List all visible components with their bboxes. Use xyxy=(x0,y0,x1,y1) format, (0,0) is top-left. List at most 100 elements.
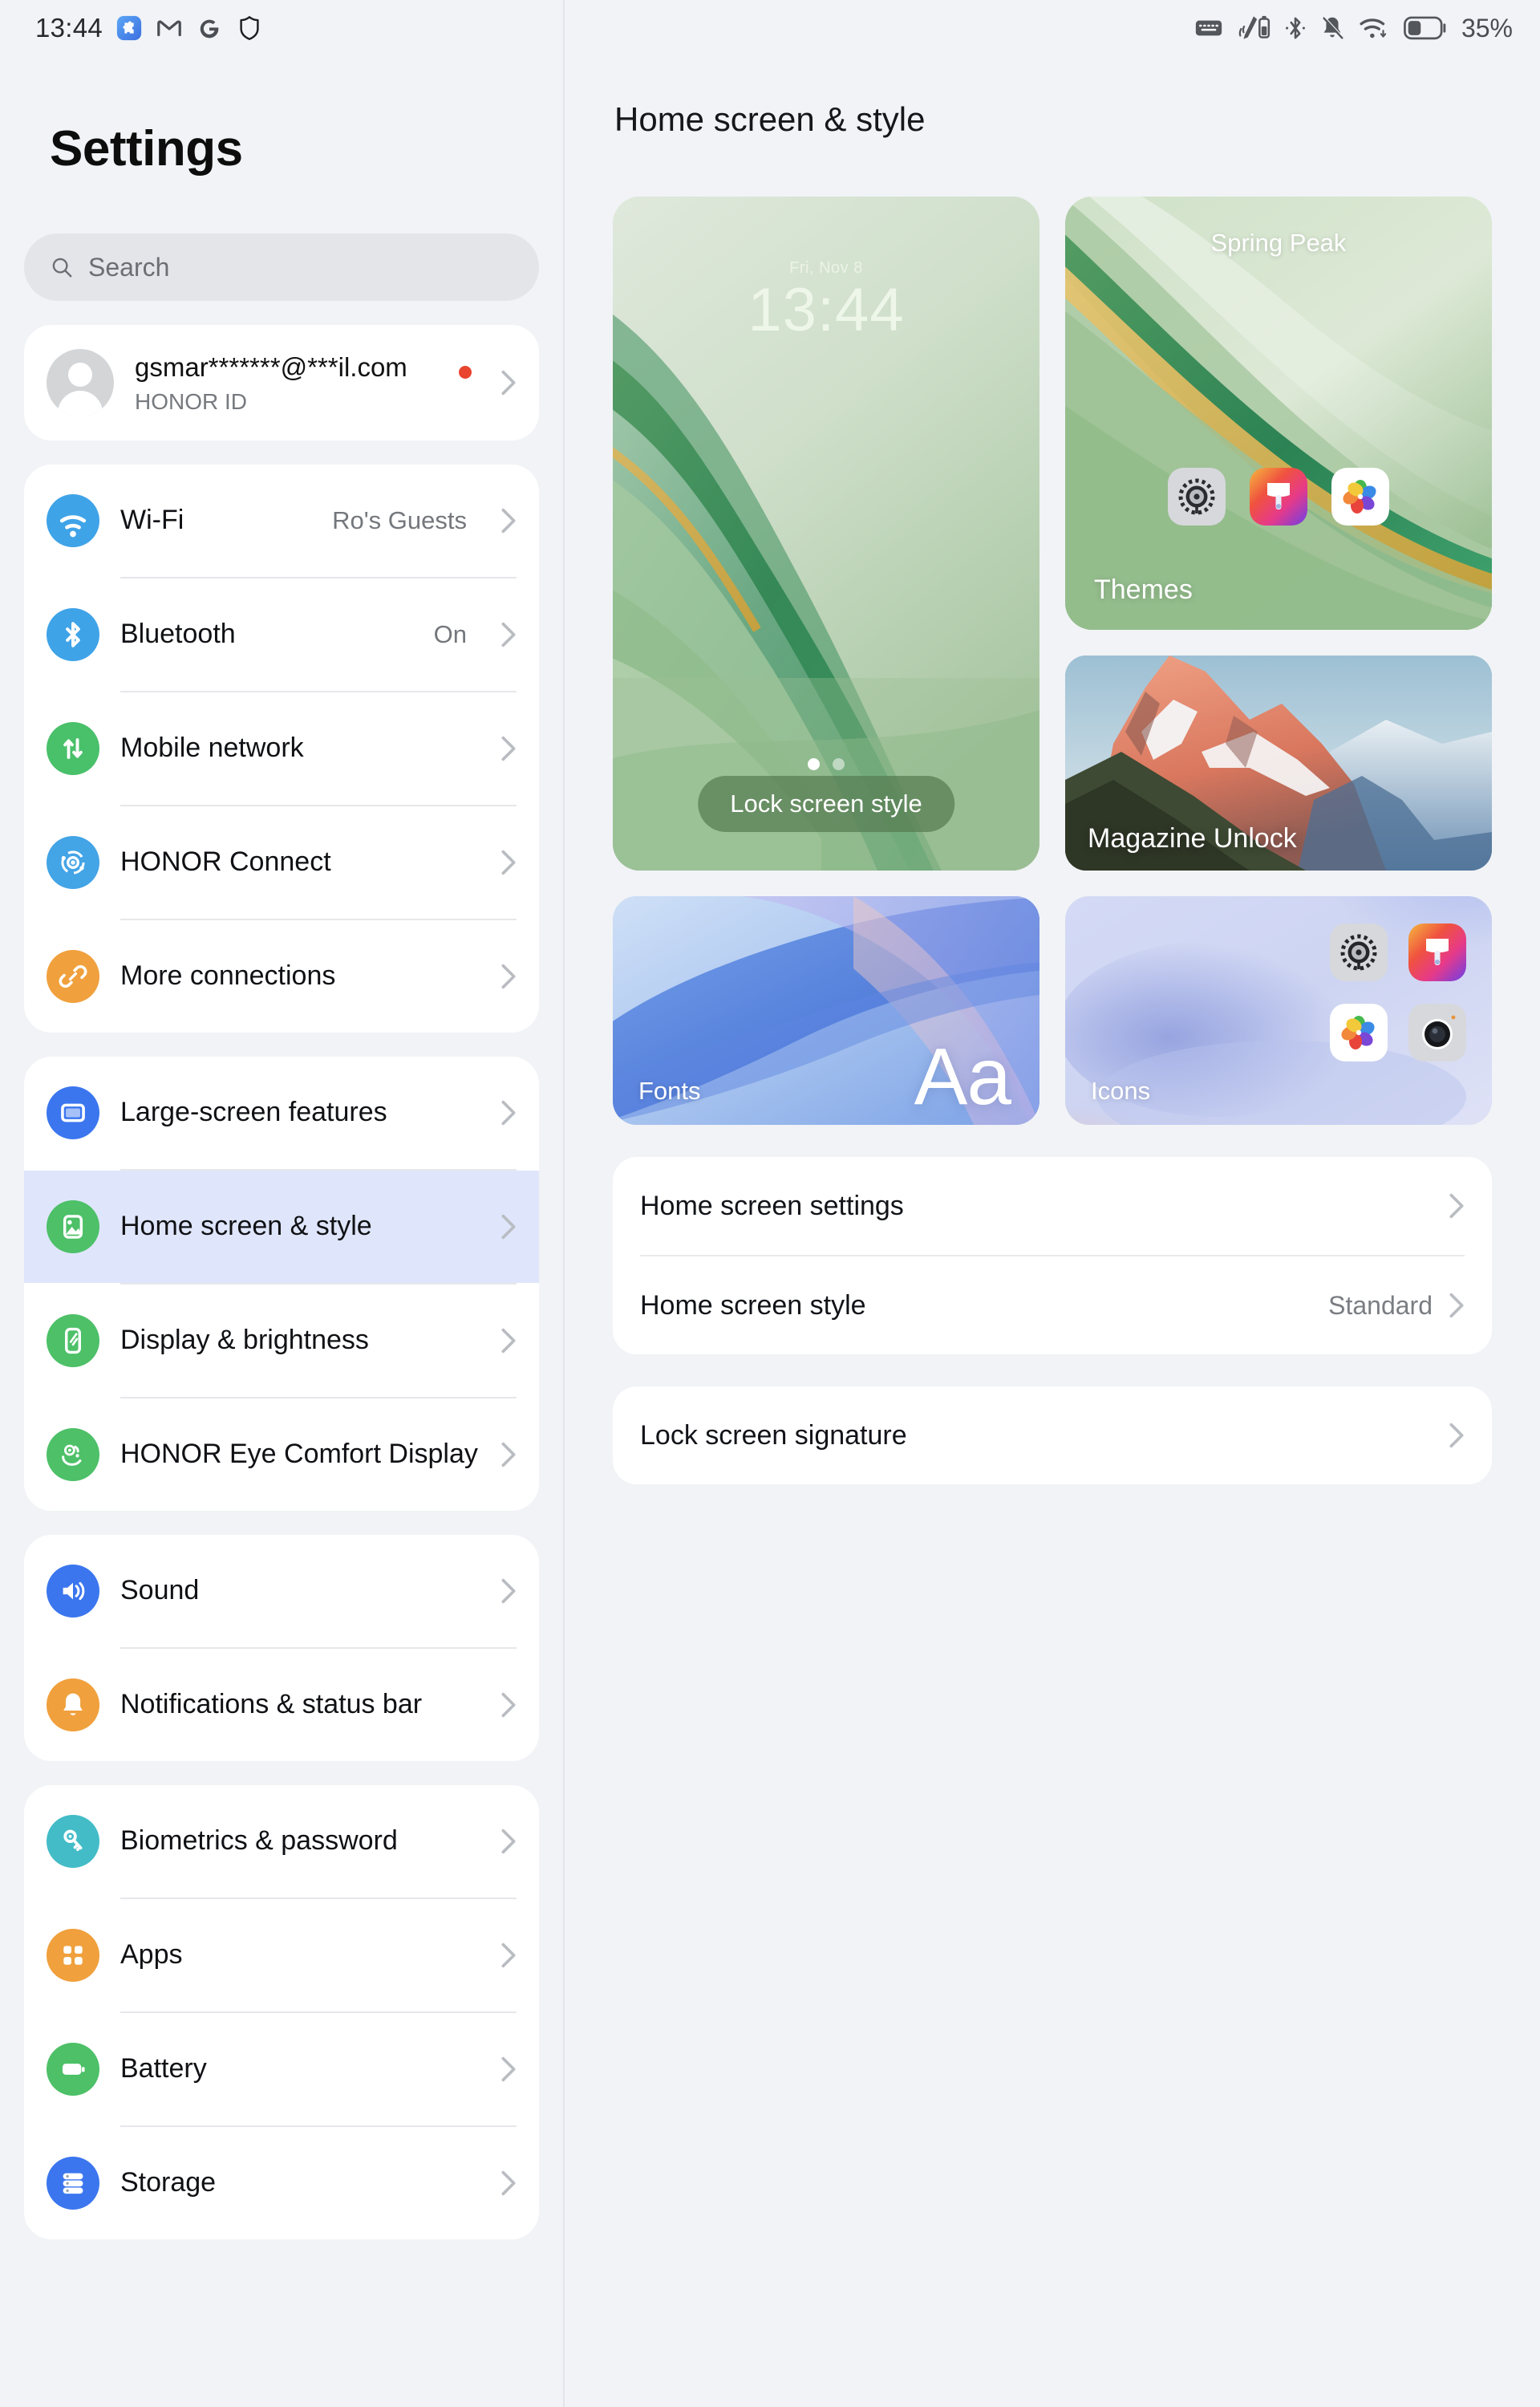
chevron-right-icon xyxy=(501,964,516,989)
chevron-right-icon xyxy=(501,1942,516,1968)
sidebar-item-notifications-status-bar[interactable]: Notifications & status bar xyxy=(24,1649,539,1761)
content-row-home-screen-settings[interactable]: Home screen settings xyxy=(613,1157,1492,1255)
themes-wallpaper xyxy=(1065,197,1492,630)
honor-connect-icon-badge xyxy=(47,836,99,889)
extension-puzzle-icon xyxy=(116,15,142,41)
settings-sidebar: Settings Search gsmar*******@***il.com H… xyxy=(0,0,565,2407)
sidebar-item-battery[interactable]: Battery xyxy=(24,2013,539,2125)
sidebar-item-large-screen-features[interactable]: Large-screen features xyxy=(24,1057,539,1169)
chevron-right-icon xyxy=(501,2056,516,2082)
content-row-home-screen-style[interactable]: Home screen style Standard xyxy=(613,1256,1492,1354)
bluetooth-icon xyxy=(1285,17,1305,39)
lock-screen-style-button[interactable]: Lock screen style xyxy=(698,776,954,832)
apps-grid-icon-badge xyxy=(47,1929,99,1982)
sidebar-item-mobile-network[interactable]: Mobile network xyxy=(24,692,539,805)
account-email: gsmar*******@***il.com xyxy=(135,352,407,383)
sidebar-item-bluetooth[interactable]: Bluetooth On xyxy=(24,578,539,691)
content-row-value: Standard xyxy=(1328,1290,1433,1320)
sidebar-item-label: Bluetooth xyxy=(120,619,236,650)
account-card[interactable]: gsmar*******@***il.com HONOR ID xyxy=(24,325,539,440)
chevron-right-icon xyxy=(1449,1193,1464,1219)
account-row[interactable]: gsmar*******@***il.com HONOR ID xyxy=(24,325,539,440)
key-icon-badge xyxy=(47,1815,99,1868)
battery-percent: 35% xyxy=(1461,13,1513,43)
themes-app-icons xyxy=(1065,468,1492,526)
settings-gear-icon xyxy=(1330,923,1388,981)
sidebar-item-honor-eye-comfort-display[interactable]: HONOR Eye Comfort Display xyxy=(24,1398,539,1511)
sidebar-item-more-connections[interactable]: More connections xyxy=(24,920,539,1033)
chevron-right-icon xyxy=(501,1692,516,1718)
sidebar-item-label: Mobile network xyxy=(120,733,304,764)
sidebar-item-label: Home screen & style xyxy=(120,1211,372,1242)
battery-icon xyxy=(1404,16,1446,40)
gmail-icon xyxy=(157,20,181,37)
link-icon xyxy=(59,965,87,988)
settings-app: 13:44 35% Settings Search gsmar*******@*… xyxy=(0,0,1540,2407)
icons-card[interactable]: Icons xyxy=(1065,896,1492,1125)
battery-icon xyxy=(62,2064,85,2075)
sidebar-item-wi-fi[interactable]: Wi-Fi Ro's Guests xyxy=(24,465,539,577)
account-text: gsmar*******@***il.com HONOR ID xyxy=(135,351,438,414)
status-bar-left: 13:44 xyxy=(35,13,263,43)
page-dot-active[interactable] xyxy=(808,758,820,770)
speaker-icon-badge xyxy=(47,1565,99,1618)
main-content: Home screen & style Fri, Nov 8 13:44 Loc… xyxy=(565,0,1540,2407)
chevron-right-icon xyxy=(501,1100,516,1126)
magazine-unlock-card[interactable]: Magazine Unlock xyxy=(1065,656,1492,871)
chevron-right-icon xyxy=(501,1829,516,1854)
stylus-battery-icon xyxy=(1238,15,1270,39)
status-time: 13:44 xyxy=(35,13,103,43)
wifi-icon-badge xyxy=(47,494,99,547)
chevron-right-icon xyxy=(501,1578,516,1604)
google-icon xyxy=(200,19,219,39)
tablet-icon-badge xyxy=(47,1086,99,1139)
sidebar-item-display-brightness[interactable]: Display & brightness xyxy=(24,1285,539,1397)
sidebar-item-label: Notifications & status bar xyxy=(120,1689,423,1720)
chevron-right-icon xyxy=(501,508,516,534)
sidebar-item-label: Apps xyxy=(120,1939,183,1971)
content-row-label: Home screen style xyxy=(640,1289,866,1321)
sidebar-item-apps[interactable]: Apps xyxy=(24,1899,539,2011)
page-dot[interactable] xyxy=(833,758,845,770)
gallery-flower-icon xyxy=(1330,1004,1388,1061)
theme-brush-icon xyxy=(1250,468,1307,526)
sidebar-item-label: Large-screen features xyxy=(120,1097,387,1128)
fonts-icons-row: Aa Fonts Icons xyxy=(613,896,1492,1125)
lock-screen-time: 13:44 xyxy=(748,276,905,344)
sidebar-item-home-screen-style[interactable]: Home screen & style xyxy=(24,1171,539,1283)
sidebar-item-storage[interactable]: Storage xyxy=(24,2127,539,2239)
mobile-network-icon xyxy=(63,738,83,759)
lock-screen-preview-card[interactable]: Fri, Nov 8 13:44 Lock screen style xyxy=(613,197,1040,871)
themes-card[interactable]: Spring Peak Themes xyxy=(1065,197,1492,630)
sidebar-item-value: Ro's Guests xyxy=(332,506,467,534)
bluetooth-icon-badge xyxy=(47,608,99,661)
eye-comfort-icon-badge xyxy=(47,1428,99,1481)
image-icon xyxy=(63,1215,83,1239)
settings-group-2: Large-screen features Home screen & style… xyxy=(24,1057,539,1511)
bell-icon xyxy=(63,1693,83,1715)
search-placeholder: Search xyxy=(88,252,170,282)
fonts-label: Fonts xyxy=(638,1077,701,1105)
chevron-right-icon xyxy=(501,1442,516,1467)
sidebar-item-label: Biometrics & password xyxy=(120,1825,398,1857)
storage-icon xyxy=(63,2173,83,2194)
sidebar-item-honor-connect[interactable]: HONOR Connect xyxy=(24,806,539,919)
fonts-card[interactable]: Aa Fonts xyxy=(613,896,1040,1125)
status-badge xyxy=(459,366,472,379)
content-row-label: Home screen settings xyxy=(640,1190,904,1221)
sidebar-item-biometrics-password[interactable]: Biometrics & password xyxy=(24,1785,539,1898)
search-input[interactable]: Search xyxy=(24,233,539,301)
chevron-right-icon xyxy=(1449,1423,1464,1448)
bluetooth-icon xyxy=(66,622,80,647)
display-brightness-icon xyxy=(65,1327,81,1354)
content-row-lock-screen-signature[interactable]: Lock screen signature xyxy=(613,1386,1492,1484)
preview-tiles: Fri, Nov 8 13:44 Lock screen style Sprin… xyxy=(613,197,1492,871)
battery-icon-badge xyxy=(47,2043,99,2096)
icons-app-grid xyxy=(1330,923,1466,1061)
gallery-flower-icon xyxy=(1331,468,1389,526)
tablet-icon xyxy=(61,1103,85,1122)
left-tile-column: Fri, Nov 8 13:44 Lock screen style xyxy=(613,197,1040,871)
sidebar-item-label: HONOR Connect xyxy=(120,846,331,878)
shield-icon xyxy=(240,16,259,40)
sidebar-item-sound[interactable]: Sound xyxy=(24,1535,539,1647)
